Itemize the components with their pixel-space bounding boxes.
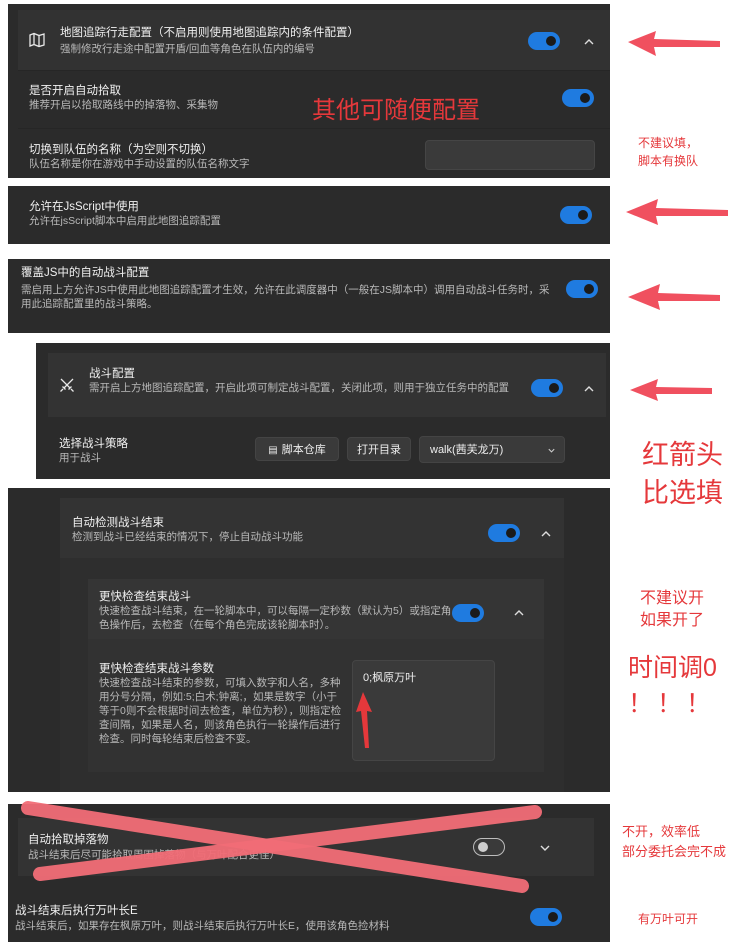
annotation-line: 比选填 (642, 478, 723, 508)
annotation-line: 部分委托会完不成 (622, 844, 727, 859)
annotation-line: 如果开了 (640, 612, 705, 629)
annotation-dont-enable: 不开，效率低 部分委托会完不成 (622, 822, 726, 862)
annotation-line: 不建议填， (638, 136, 699, 150)
annotation-red-arrow: 红箭头 比选填 (642, 436, 723, 512)
annotation-time-zero: 时间调0 ！！！ (628, 650, 717, 722)
annotation-not-recommended-enable: 不建议开 如果开了 (640, 588, 704, 632)
annotation-line: 不建议开 (640, 590, 705, 607)
red-arrow-icon (628, 284, 720, 310)
annotation-line: 时间调0 (628, 654, 717, 682)
red-arrow-icon (626, 199, 728, 225)
annotation-not-recommended-fill: 不建议填， 脚本有换队 (638, 134, 698, 170)
annotation-line: 脚本有换队 (638, 154, 699, 168)
annotation-wanye-enable: 有万叶可开 (638, 912, 699, 926)
up-arrow-icon (356, 692, 372, 748)
annotation-line: 不开，效率低 (622, 824, 701, 839)
annotation-line: 红箭头 (642, 440, 723, 470)
red-arrow-icon (630, 379, 712, 401)
red-arrow-icon (628, 31, 720, 56)
annotation-other-free: 其他可随便配置 (312, 97, 480, 124)
annotation-line: ！！！ (628, 690, 716, 718)
annotation-overlay (21, 31, 728, 893)
